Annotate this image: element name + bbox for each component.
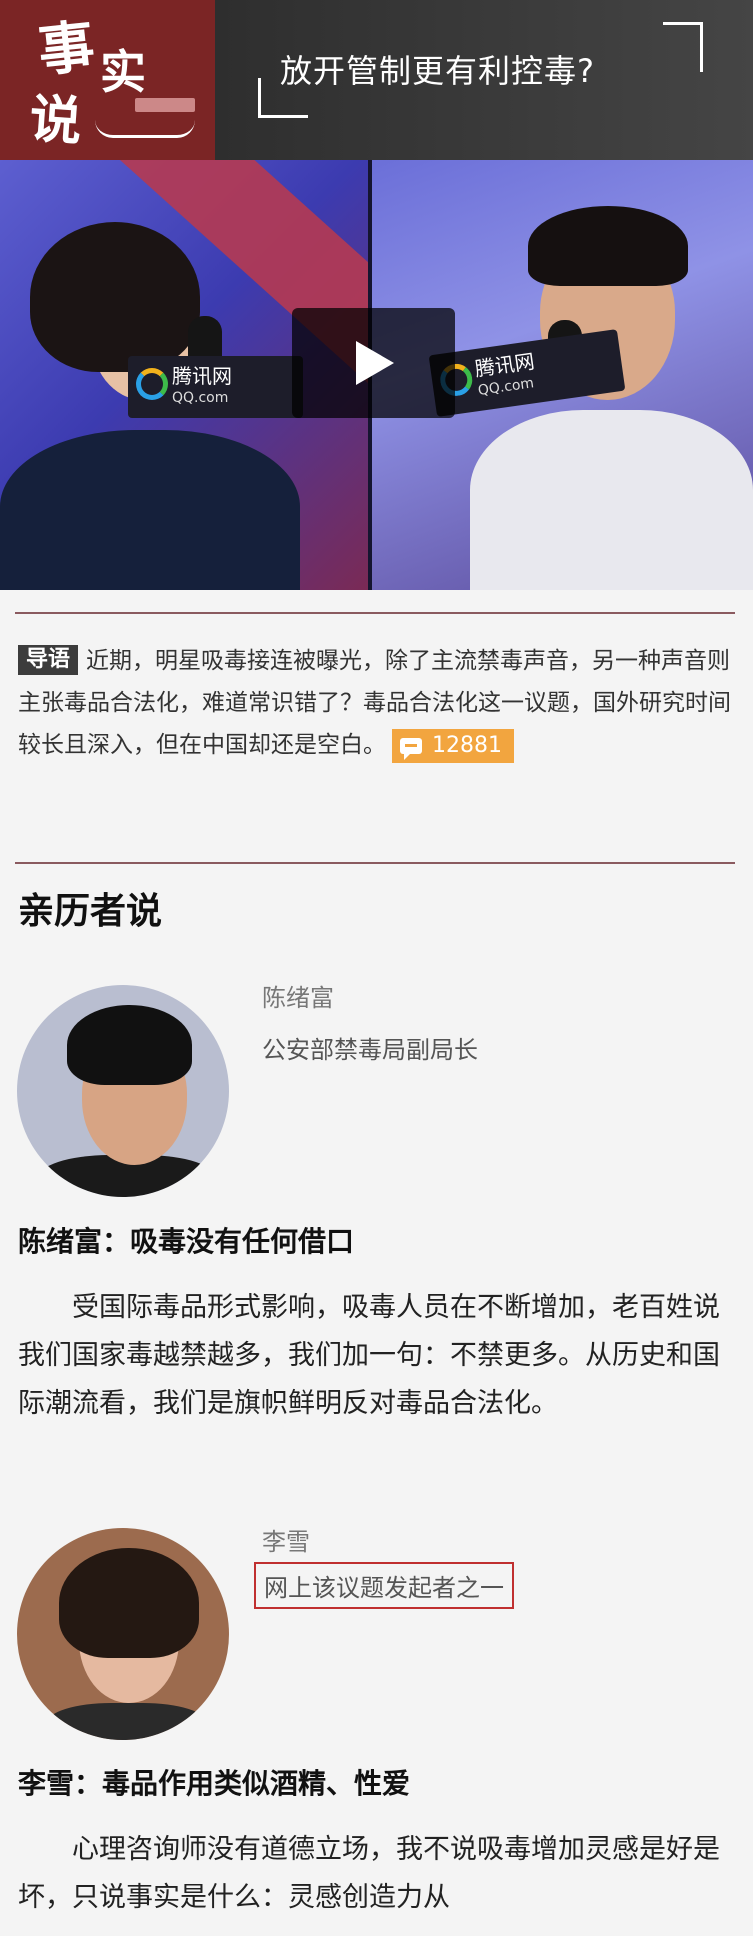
logo-char-shi: 事 [35,13,98,85]
person-name: 陈绪富 [262,984,334,1012]
quote-heading: 陈绪富：吸毒没有任何借口 [18,1225,355,1258]
person-title: 公安部禁毒局副局长 [262,1036,478,1064]
logo-swoosh [95,120,195,138]
person-name: 李雪 [262,1528,310,1556]
tencent-logo-icon [136,368,168,400]
quote-body: 受国际毒品形式影响，吸毒人员在不断增加，老百姓说我们国家毒越禁越多，我们加一句：… [18,1292,720,1419]
comment-count-button[interactable]: 12881 [392,728,514,763]
program-logo: 事 实 说 [0,0,215,160]
frame-corner-top-right [663,22,703,72]
guest-left-body [0,430,300,590]
banner-title: 放开管制更有利控毒? [280,52,595,90]
avatar-chen-xufu [17,985,229,1197]
video-player[interactable]: 腾讯网 QQ.com 腾讯网 QQ.com [0,160,753,590]
guest-right-hair [528,206,688,286]
mic-brand-sub: QQ.com [172,390,229,406]
lead-paragraph: 导语 近期，明星吸毒接连被曝光，除了主流禁毒声音，另一种声音则主张毒品合法化，难道… [18,640,738,766]
quote-heading: 李雪：毒品作用类似酒精、性爱 [18,1767,411,1800]
comment-icon [400,737,422,760]
quote-body: 心理咨询师没有道德立场，我不说吸毒增加灵感是好是坏，只说事实是什么：灵感创造力从 [18,1834,720,1913]
play-icon [356,341,394,385]
guest-left-hair [30,222,200,372]
section-heading: 亲历者说 [18,891,163,932]
play-button[interactable] [292,308,455,418]
header-banner: 事 实 说 放开管制更有利控毒? [0,0,753,160]
mic-flag-left: 腾讯网 QQ.com [128,356,303,418]
avatar-li-xue [17,1528,229,1740]
lead-text: 近期，明星吸毒接连被曝光，除了主流禁毒声音，另一种声音则主张毒品合法化，难道常识… [18,648,731,758]
divider-section [15,862,735,864]
mic-brand-name: 腾讯网 [172,364,232,388]
logo-char-shuo: 说 [27,88,84,153]
guest-right-body [470,410,753,590]
lead-tag: 导语 [18,645,79,675]
divider-top [15,612,735,614]
logo-tag-shape [135,98,195,112]
comment-count: 12881 [432,732,502,758]
person-title-highlighted: 网上该议题发起者之一 [254,1562,514,1609]
logo-char-shishi: 实 [100,45,146,99]
